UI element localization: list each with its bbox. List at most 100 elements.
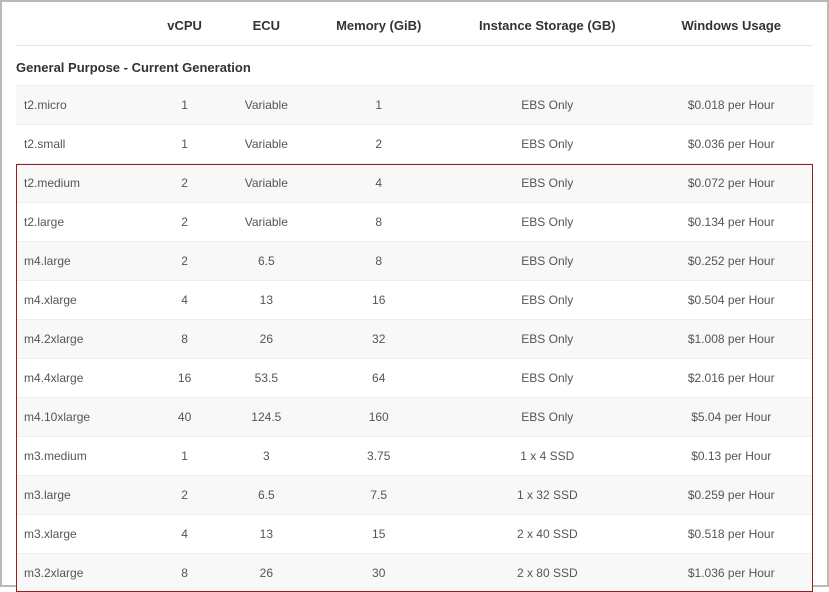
cell-storage: EBS Only: [445, 86, 649, 125]
cell-storage: EBS Only: [445, 164, 649, 203]
cell-ecu: 124.5: [220, 398, 312, 437]
table-row: t2.large2Variable8EBS Only$0.134 per Hou…: [16, 203, 813, 242]
cell-name: m4.10xlarge: [16, 398, 149, 437]
cell-ecu: Variable: [220, 125, 312, 164]
table-row: t2.medium2Variable4EBS Only$0.072 per Ho…: [16, 164, 813, 203]
cell-mem: 7.5: [312, 476, 445, 515]
cell-mem: 4: [312, 164, 445, 203]
cell-mem: 32: [312, 320, 445, 359]
cell-ecu: 6.5: [220, 476, 312, 515]
cell-price: $0.018 per Hour: [649, 86, 813, 125]
cell-mem: 15: [312, 515, 445, 554]
cell-storage: EBS Only: [445, 242, 649, 281]
cell-name: t2.large: [16, 203, 149, 242]
cell-storage: EBS Only: [445, 320, 649, 359]
cell-mem: 2: [312, 125, 445, 164]
cell-ecu: 13: [220, 515, 312, 554]
cell-mem: 64: [312, 359, 445, 398]
cell-name: m3.large: [16, 476, 149, 515]
cell-vcpu: 2: [149, 242, 221, 281]
cell-price: $0.13 per Hour: [649, 437, 813, 476]
cell-price: $5.04 per Hour: [649, 398, 813, 437]
cell-storage: 2 x 40 SSD: [445, 515, 649, 554]
cell-vcpu: 2: [149, 476, 221, 515]
cell-name: m4.large: [16, 242, 149, 281]
cell-name: t2.medium: [16, 164, 149, 203]
pricing-table: vCPU ECU Memory (GiB) Instance Storage (…: [16, 12, 813, 592]
cell-name: t2.micro: [16, 86, 149, 125]
table-row: m4.xlarge41316EBS Only$0.504 per Hour: [16, 281, 813, 320]
table-row: m3.2xlarge826302 x 80 SSD$1.036 per Hour: [16, 554, 813, 592]
cell-storage: EBS Only: [445, 281, 649, 320]
cell-vcpu: 4: [149, 281, 221, 320]
cell-name: m4.4xlarge: [16, 359, 149, 398]
header-name: [16, 12, 149, 46]
cell-name: t2.small: [16, 125, 149, 164]
cell-price: $0.252 per Hour: [649, 242, 813, 281]
cell-name: m3.xlarge: [16, 515, 149, 554]
header-row: vCPU ECU Memory (GiB) Instance Storage (…: [16, 12, 813, 46]
cell-price: $1.036 per Hour: [649, 554, 813, 592]
table-row: m3.large26.57.51 x 32 SSD$0.259 per Hour: [16, 476, 813, 515]
cell-ecu: 13: [220, 281, 312, 320]
cell-storage: EBS Only: [445, 125, 649, 164]
cell-price: $0.072 per Hour: [649, 164, 813, 203]
cell-price: $0.504 per Hour: [649, 281, 813, 320]
cell-vcpu: 8: [149, 320, 221, 359]
cell-price: $0.134 per Hour: [649, 203, 813, 242]
cell-storage: EBS Only: [445, 398, 649, 437]
cell-mem: 160: [312, 398, 445, 437]
cell-vcpu: 8: [149, 554, 221, 592]
section-row: General Purpose - Current Generation: [16, 46, 813, 86]
cell-vcpu: 4: [149, 515, 221, 554]
cell-ecu: 3: [220, 437, 312, 476]
cell-ecu: 26: [220, 320, 312, 359]
cell-vcpu: 2: [149, 203, 221, 242]
header-ecu: ECU: [220, 12, 312, 46]
cell-storage: 1 x 4 SSD: [445, 437, 649, 476]
cell-ecu: 26: [220, 554, 312, 592]
cell-mem: 8: [312, 203, 445, 242]
table-row: m4.10xlarge40124.5160EBS Only$5.04 per H…: [16, 398, 813, 437]
table-row: m4.4xlarge1653.564EBS Only$2.016 per Hou…: [16, 359, 813, 398]
cell-vcpu: 40: [149, 398, 221, 437]
section-title: General Purpose - Current Generation: [16, 46, 813, 86]
cell-price: $2.016 per Hour: [649, 359, 813, 398]
cell-name: m3.medium: [16, 437, 149, 476]
table-body: General Purpose - Current Generation t2.…: [16, 46, 813, 592]
cell-storage: 2 x 80 SSD: [445, 554, 649, 592]
cell-name: m4.xlarge: [16, 281, 149, 320]
cell-mem: 3.75: [312, 437, 445, 476]
cell-price: $0.259 per Hour: [649, 476, 813, 515]
cell-vcpu: 2: [149, 164, 221, 203]
table-row: t2.micro1Variable1EBS Only$0.018 per Hou…: [16, 86, 813, 125]
cell-ecu: Variable: [220, 203, 312, 242]
header-storage: Instance Storage (GB): [445, 12, 649, 46]
cell-mem: 8: [312, 242, 445, 281]
cell-storage: 1 x 32 SSD: [445, 476, 649, 515]
cell-vcpu: 1: [149, 86, 221, 125]
cell-mem: 16: [312, 281, 445, 320]
cell-storage: EBS Only: [445, 203, 649, 242]
header-price: Windows Usage: [649, 12, 813, 46]
cell-storage: EBS Only: [445, 359, 649, 398]
cell-vcpu: 1: [149, 437, 221, 476]
table-row: t2.small1Variable2EBS Only$0.036 per Hou…: [16, 125, 813, 164]
cell-ecu: Variable: [220, 164, 312, 203]
cell-price: $0.518 per Hour: [649, 515, 813, 554]
cell-price: $0.036 per Hour: [649, 125, 813, 164]
cell-ecu: 6.5: [220, 242, 312, 281]
table-row: m3.xlarge413152 x 40 SSD$0.518 per Hour: [16, 515, 813, 554]
header-vcpu: vCPU: [149, 12, 221, 46]
cell-name: m4.2xlarge: [16, 320, 149, 359]
cell-vcpu: 16: [149, 359, 221, 398]
table-row: m3.medium133.751 x 4 SSD$0.13 per Hour: [16, 437, 813, 476]
cell-mem: 1: [312, 86, 445, 125]
pricing-table-wrap: vCPU ECU Memory (GiB) Instance Storage (…: [16, 12, 813, 592]
table-row: m4.2xlarge82632EBS Only$1.008 per Hour: [16, 320, 813, 359]
cell-ecu: 53.5: [220, 359, 312, 398]
table-row: m4.large26.58EBS Only$0.252 per Hour: [16, 242, 813, 281]
cell-ecu: Variable: [220, 86, 312, 125]
cell-mem: 30: [312, 554, 445, 592]
cell-name: m3.2xlarge: [16, 554, 149, 592]
